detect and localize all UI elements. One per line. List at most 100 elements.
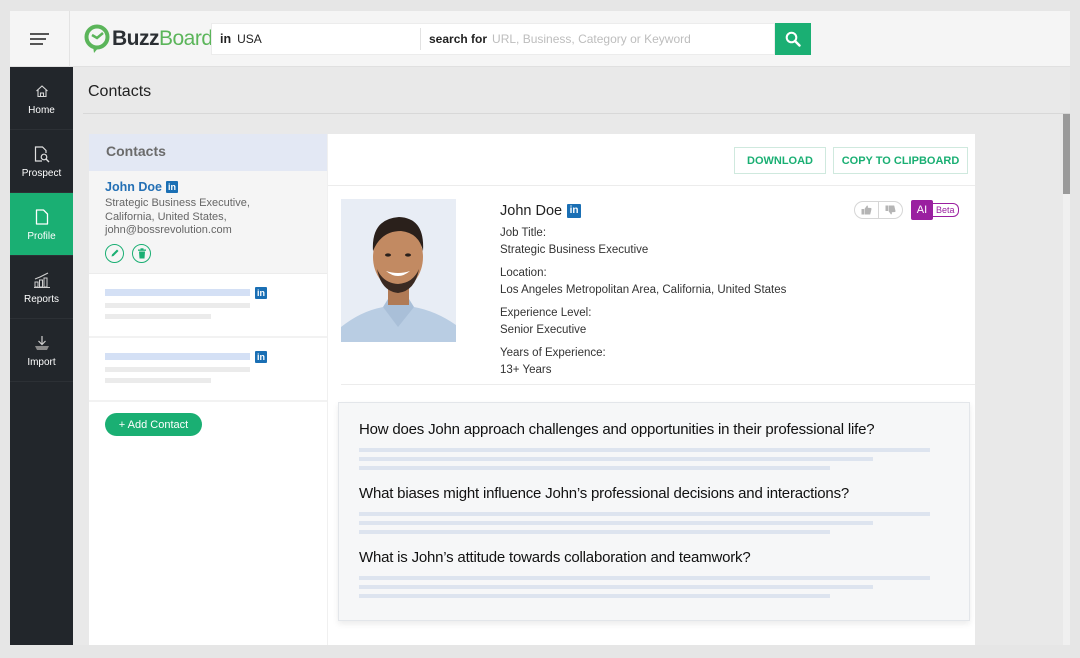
profile-document-icon bbox=[35, 207, 49, 227]
sidebar-item-label: Reports bbox=[23, 293, 59, 305]
location-label: in bbox=[220, 32, 232, 46]
logo-text-buzz: Buzz bbox=[112, 27, 160, 50]
contact-location: California, United States, bbox=[105, 210, 227, 223]
insight-item: What biases might influence John’s profe… bbox=[359, 485, 949, 534]
thumbs-up-icon bbox=[861, 205, 872, 215]
placeholder-name-line bbox=[105, 289, 250, 296]
scrollbar-thumb[interactable] bbox=[1063, 114, 1070, 194]
field-location: Location: Los Angeles Metropolitan Area,… bbox=[500, 265, 840, 299]
person-portrait-icon bbox=[341, 199, 456, 342]
profile-photo bbox=[341, 199, 456, 342]
sidebar-item-import[interactable]: Import bbox=[10, 319, 73, 382]
contact-list-item-placeholder[interactable]: in bbox=[89, 338, 327, 402]
location-value: USA bbox=[237, 32, 262, 46]
insight-answer-placeholder bbox=[359, 576, 949, 598]
insight-item: How does John approach challenges and op… bbox=[359, 421, 949, 470]
sidebar-item-label: Prospect bbox=[21, 167, 62, 179]
title-divider bbox=[83, 113, 1070, 114]
sidebar-item-prospect[interactable]: Prospect bbox=[10, 130, 73, 193]
top-bar: BuzzBoard in USA search for bbox=[10, 11, 1070, 67]
field-label: Location: bbox=[500, 267, 547, 279]
contact-details: Strategic Business Executive, California… bbox=[105, 197, 311, 238]
insight-question: How does John approach challenges and op… bbox=[359, 421, 875, 438]
thumbs-down-button[interactable] bbox=[879, 202, 902, 218]
contact-list-item-placeholder[interactable]: in bbox=[89, 274, 327, 338]
field-value: Los Angeles Metropolitan Area, Californi… bbox=[500, 284, 787, 296]
logo-bubble-icon bbox=[84, 24, 110, 53]
insight-question: What biases might influence John’s profe… bbox=[359, 485, 850, 502]
contact-actions bbox=[105, 243, 311, 263]
logo-wordmark: BuzzBoard bbox=[112, 27, 213, 51]
field-years-experience: Years of Experience: 13+ Years bbox=[500, 345, 840, 379]
contact-title: Strategic Business Executive, bbox=[105, 197, 250, 209]
home-icon bbox=[35, 81, 49, 101]
search-button[interactable] bbox=[775, 23, 811, 55]
reports-chart-icon bbox=[33, 270, 51, 290]
profile-name-row: John Doe in bbox=[500, 203, 840, 219]
search-for-label: search for bbox=[429, 32, 488, 46]
sidebar-item-label: Profile bbox=[27, 230, 56, 242]
insight-item: What is John’s attitude towards collabor… bbox=[359, 549, 949, 598]
sidebar-nav: Home Prospect Profile Reports Import bbox=[10, 67, 73, 645]
main-content: Contacts Contacts John Doe in Strategic … bbox=[73, 67, 1070, 645]
app-window: BuzzBoard in USA search for URL, Busines… bbox=[10, 11, 1070, 645]
linkedin-icon[interactable]: in bbox=[165, 181, 178, 193]
field-value: 13+ Years bbox=[500, 364, 552, 376]
linkedin-icon[interactable]: in bbox=[255, 287, 267, 299]
contact-email: john@bossrevolution.com bbox=[105, 224, 232, 236]
contacts-list-heading: Contacts bbox=[89, 134, 327, 171]
page-title: Contacts bbox=[88, 83, 152, 100]
edit-contact-button[interactable] bbox=[105, 243, 124, 263]
buzzboard-logo[interactable]: BuzzBoard bbox=[84, 23, 213, 55]
query-field: search for bbox=[421, 32, 774, 46]
search-icon bbox=[785, 31, 801, 47]
thumbs-down-icon bbox=[885, 205, 896, 215]
prospect-search-icon bbox=[33, 144, 51, 164]
search-bar: in USA search for bbox=[211, 23, 775, 55]
import-download-icon bbox=[33, 333, 51, 353]
field-job-title: Job Title: Strategic Business Executive bbox=[500, 225, 840, 259]
placeholder-detail-line bbox=[105, 378, 211, 383]
search-input[interactable] bbox=[492, 32, 774, 46]
field-experience-level: Experience Level: Senior Executive bbox=[500, 305, 840, 339]
insight-answer-placeholder bbox=[359, 448, 949, 470]
placeholder-detail-line bbox=[105, 367, 250, 372]
feedback-toggle bbox=[854, 201, 903, 219]
sidebar-item-profile[interactable]: Profile bbox=[10, 193, 73, 256]
field-label: Experience Level: bbox=[500, 307, 592, 319]
sidebar-item-label: Home bbox=[28, 104, 55, 116]
field-value: Senior Executive bbox=[500, 324, 587, 336]
contact-list-item-active[interactable]: John Doe in Strategic Business Executive… bbox=[89, 171, 327, 274]
location-field[interactable]: in USA bbox=[212, 24, 420, 54]
contact-name: John Doe bbox=[105, 180, 162, 194]
detail-divider bbox=[341, 384, 975, 385]
sidebar-item-label: Import bbox=[27, 356, 56, 368]
pencil-icon bbox=[111, 249, 118, 257]
placeholder-name-line bbox=[105, 353, 250, 360]
sidebar-item-home[interactable]: Home bbox=[10, 67, 73, 130]
contacts-card: Contacts John Doe in Strategic Business … bbox=[89, 134, 975, 645]
download-button[interactable]: DOWNLOAD bbox=[734, 147, 826, 174]
insight-question: What is John’s attitude towards collabor… bbox=[359, 549, 751, 566]
contact-name-link[interactable]: John Doe in bbox=[105, 180, 311, 194]
contact-detail-panel: DOWNLOAD COPY TO CLIPBOARD John Doe in J… bbox=[328, 134, 975, 645]
linkedin-icon[interactable]: in bbox=[255, 351, 267, 363]
copy-to-clipboard-button[interactable]: COPY TO CLIPBOARD bbox=[833, 147, 968, 174]
add-contact-button[interactable]: + Add Contact bbox=[105, 413, 202, 436]
hamburger-menu-button[interactable] bbox=[10, 11, 70, 67]
linkedin-icon[interactable]: in bbox=[567, 204, 582, 218]
thumbs-up-button[interactable] bbox=[855, 202, 879, 218]
ai-beta-badge: AI Beta bbox=[911, 200, 959, 220]
detail-toolbar: DOWNLOAD COPY TO CLIPBOARD bbox=[328, 134, 975, 186]
profile-info: John Doe in Job Title: Strategic Busines… bbox=[500, 203, 840, 379]
insight-answer-placeholder bbox=[359, 512, 949, 534]
ai-insights-box: How does John approach challenges and op… bbox=[338, 402, 970, 621]
delete-contact-button[interactable] bbox=[132, 243, 151, 263]
sidebar-item-reports[interactable]: Reports bbox=[10, 256, 73, 319]
contacts-list-panel: Contacts John Doe in Strategic Business … bbox=[89, 134, 327, 645]
field-label: Years of Experience: bbox=[500, 347, 606, 359]
page-scrollbar[interactable] bbox=[1063, 114, 1070, 645]
trash-icon bbox=[137, 247, 146, 258]
hamburger-icon bbox=[30, 30, 49, 48]
field-value: Strategic Business Executive bbox=[500, 244, 649, 256]
